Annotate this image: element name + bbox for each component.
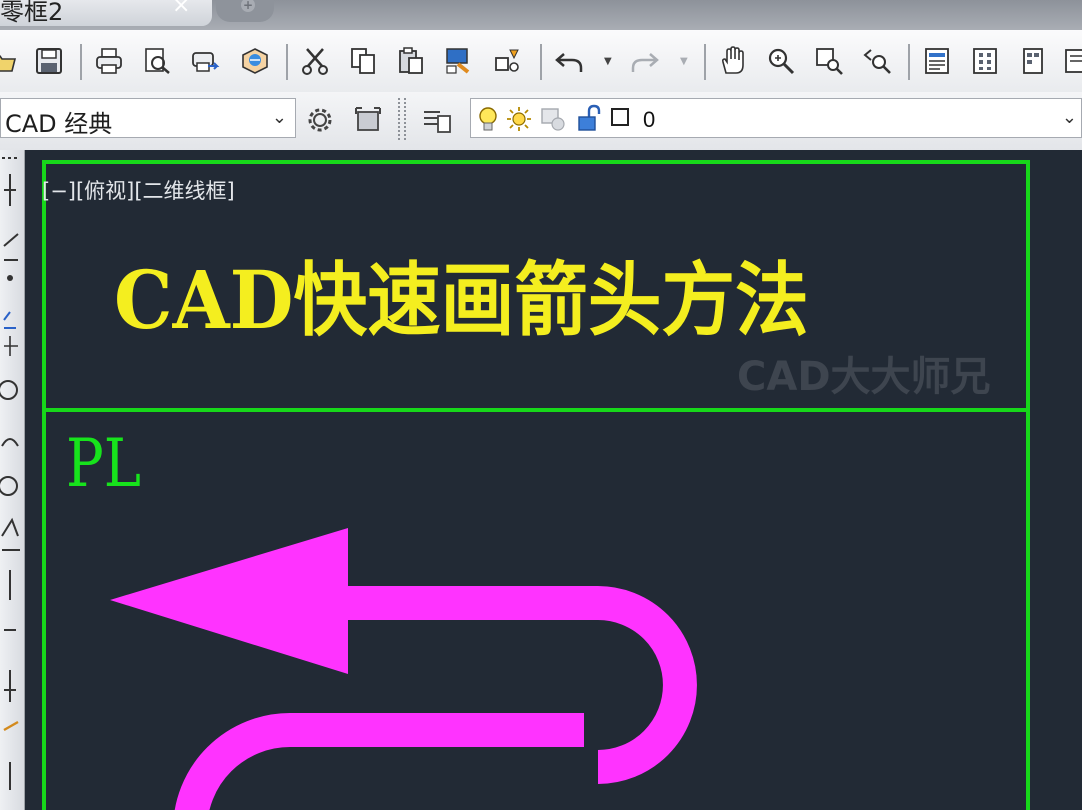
command-label-text: PL — [66, 425, 142, 502]
drawing-geometry — [42, 160, 1030, 810]
arrowhead — [110, 528, 348, 674]
drawing-title-text: CAD快速画箭头方法 — [114, 253, 809, 347]
viewport-controls-label[interactable]: [−][俯视][二维线框] — [42, 175, 235, 205]
arrow-lower-loop — [174, 713, 584, 810]
watermark-text: CAD大大师兄 — [737, 354, 991, 400]
